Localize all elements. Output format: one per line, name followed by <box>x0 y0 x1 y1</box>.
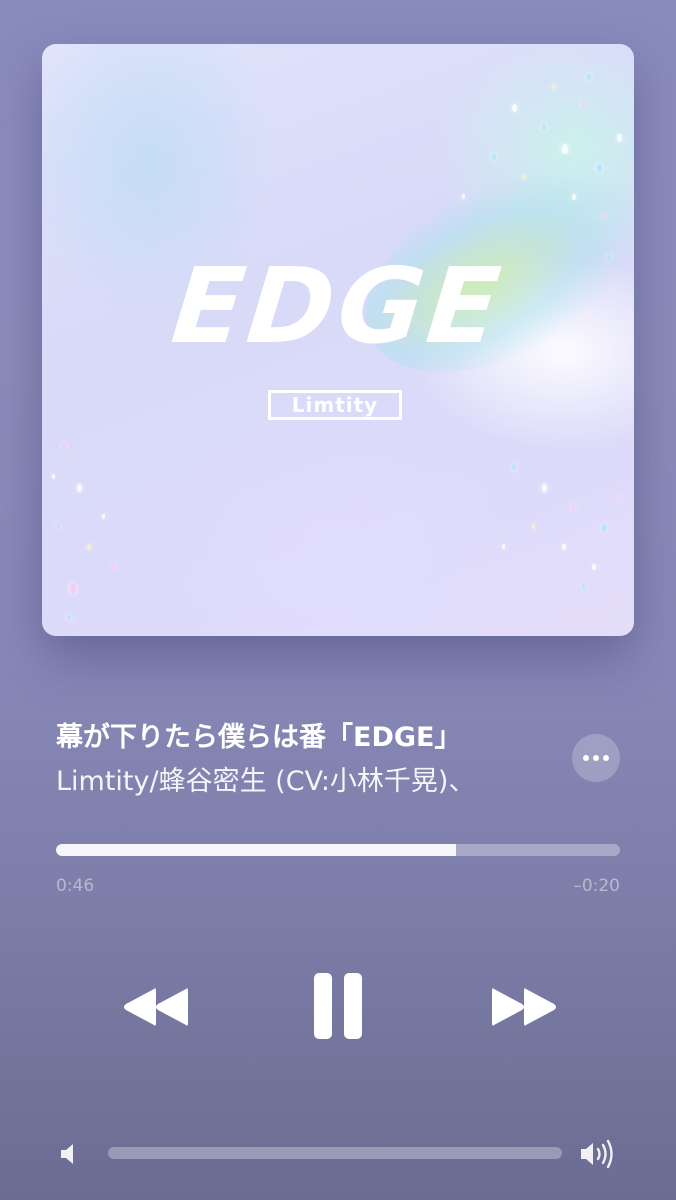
remaining-time: –0:20 <box>573 876 620 896</box>
rewind-icon <box>124 988 188 1026</box>
sparkle <box>512 104 517 112</box>
sparkle <box>602 524 607 532</box>
playback-progress-slider[interactable] <box>56 844 620 856</box>
sparkle <box>462 194 465 199</box>
speaker-low-icon <box>61 1144 73 1164</box>
sparkle <box>522 174 525 179</box>
ellipsis-dot <box>603 755 609 761</box>
volume-min-button[interactable] <box>56 1140 82 1168</box>
elapsed-time: 0:46 <box>56 876 95 896</box>
pause-button[interactable] <box>300 964 376 1048</box>
playback-progress-fill <box>56 844 457 856</box>
sparkle <box>57 524 60 529</box>
pause-icon <box>314 973 362 1039</box>
sparkle <box>562 144 568 154</box>
sparkle <box>582 584 585 589</box>
sparkle <box>597 164 602 172</box>
sparkle <box>502 544 505 549</box>
sparkle <box>592 564 596 571</box>
sparkle <box>582 102 585 107</box>
sparkle <box>587 74 591 81</box>
sparkle <box>602 214 605 219</box>
rewind-button[interactable] <box>110 972 200 1042</box>
volume-slider[interactable] <box>108 1147 562 1159</box>
sparkle <box>77 484 82 492</box>
sparkle <box>102 514 105 519</box>
album-artwork: EDGE Limtity <box>42 44 634 636</box>
sparkle <box>62 444 66 451</box>
sparkle <box>492 154 496 161</box>
album-logo: EDGE <box>166 245 510 367</box>
sparkle <box>617 134 622 142</box>
sparkle <box>70 584 76 594</box>
album-badge: Limtity <box>268 390 402 420</box>
fast-forward-button[interactable] <box>480 972 570 1042</box>
sparkle <box>572 504 575 509</box>
ellipsis-icon <box>583 755 589 761</box>
sparkle <box>52 474 55 479</box>
more-options-button[interactable] <box>572 734 620 782</box>
speaker-high-icon <box>581 1139 613 1169</box>
sparkle <box>112 564 115 569</box>
sparkle <box>542 484 547 492</box>
sparkle <box>562 544 566 551</box>
sparkle <box>67 614 71 621</box>
volume-max-button[interactable] <box>578 1138 620 1170</box>
ellipsis-dot <box>593 755 599 761</box>
song-title: 幕が下りたら僕らは番「EDGE」 <box>56 722 462 753</box>
sparkle <box>87 544 91 551</box>
sparkle <box>512 464 516 471</box>
sparkle <box>552 84 555 89</box>
sparkle <box>532 524 535 529</box>
sparkle <box>542 124 546 131</box>
fast-forward-icon <box>492 988 556 1026</box>
sparkle <box>617 494 620 499</box>
song-artist[interactable]: Limtity/蜂谷密生 (CV:小林千晃)、 <box>56 762 536 802</box>
